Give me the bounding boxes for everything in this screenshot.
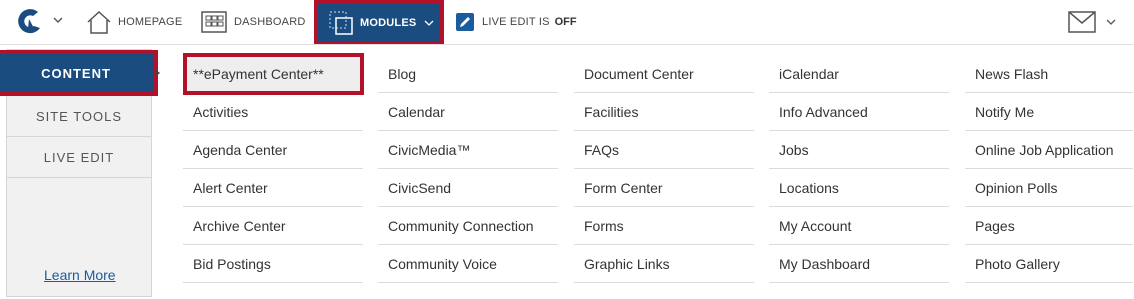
module-link[interactable]: Facilities [574, 93, 754, 131]
live-edit-label: LIVE EDIT IS [482, 16, 550, 28]
tab-live-edit[interactable]: LIVE EDIT [7, 138, 151, 178]
module-link[interactable]: Opinion Polls [965, 169, 1133, 207]
modules-column-2: Blog Calendar CivicMedia™ CivicSend Communit… [378, 55, 558, 283]
module-link[interactable]: FAQs [574, 131, 754, 169]
module-link[interactable]: Agenda Center [183, 131, 363, 169]
top-toolbar: HOMEPAGE DASHBOARD MODULES LIVE EDIT IS [0, 0, 1134, 46]
dashboard-icon [201, 11, 227, 33]
module-link[interactable]: News Flash [965, 55, 1133, 93]
mail-icon [1068, 11, 1096, 33]
homepage-label: HOMEPAGE [118, 16, 183, 28]
module-link[interactable]: Photo Gallery [965, 245, 1133, 283]
modules-column-3: Document Center Facilities FAQs Form Center… [574, 55, 754, 283]
live-edit-toggle[interactable]: LIVE EDIT IS OFF [456, 0, 577, 44]
dashboard-button[interactable]: DASHBOARD [200, 0, 305, 44]
dashboard-label: DASHBOARD [234, 16, 306, 28]
module-link[interactable]: Notify Me [965, 93, 1133, 131]
module-link[interactable]: Pages [965, 207, 1133, 245]
module-link[interactable]: Activities [183, 93, 363, 131]
module-link[interactable]: Form Center [574, 169, 754, 207]
module-link[interactable]: Alert Center [183, 169, 363, 207]
tab-content[interactable]: CONTENT [0, 50, 158, 96]
module-link[interactable]: Online Job Application [965, 131, 1133, 169]
messages-button[interactable] [1068, 0, 1116, 44]
chevron-down-icon [424, 20, 434, 26]
module-link[interactable]: Document Center [574, 55, 754, 93]
tab-site-tools[interactable]: SITE TOOLS [7, 97, 151, 137]
module-link[interactable]: Graphic Links [574, 245, 754, 283]
module-link[interactable]: Locations [769, 169, 949, 207]
live-edit-icon [456, 13, 474, 31]
module-link[interactable]: Info Advanced [769, 93, 949, 131]
module-link[interactable]: Jobs [769, 131, 949, 169]
module-link[interactable]: Community Voice [378, 245, 558, 283]
module-link[interactable]: Calendar [378, 93, 558, 131]
modules-column-4: iCalendar Info Advanced Jobs Locations My Ac… [769, 55, 949, 283]
module-link[interactable]: Archive Center [183, 207, 363, 245]
module-link[interactable]: Forms [574, 207, 754, 245]
live-edit-state: OFF [554, 16, 577, 28]
chevron-down-icon [1106, 19, 1116, 25]
modules-button[interactable]: MODULES [314, 0, 444, 46]
modules-column-5: News Flash Notify Me Online Job Applicatio… [965, 55, 1133, 283]
module-link[interactable]: My Account [769, 207, 949, 245]
chevron-down-icon[interactable] [52, 14, 64, 26]
modules-column-1: **ePayment Center** Activities Agenda Cent… [183, 53, 364, 283]
module-link[interactable]: **ePayment Center** [183, 53, 364, 95]
active-tab-arrow [155, 69, 160, 77]
module-link[interactable]: CivicSend [378, 169, 558, 207]
module-link[interactable]: iCalendar [769, 55, 949, 93]
module-link[interactable]: Blog [378, 55, 558, 93]
home-icon [87, 10, 111, 34]
modules-icon [329, 11, 353, 35]
module-link[interactable]: Community Connection [378, 207, 558, 245]
homepage-button[interactable]: HOMEPAGE [86, 0, 182, 44]
module-link[interactable]: Bid Postings [183, 245, 363, 283]
module-link[interactable]: CivicMedia™ [378, 131, 558, 169]
module-link[interactable]: My Dashboard [769, 245, 949, 283]
logo-icon[interactable] [14, 8, 44, 36]
learn-more-link[interactable]: Learn More [44, 267, 116, 283]
modules-dropdown-panel: SITE TOOLS LIVE EDIT Learn More CONTENT … [0, 44, 1134, 299]
modules-label: MODULES [360, 17, 417, 29]
